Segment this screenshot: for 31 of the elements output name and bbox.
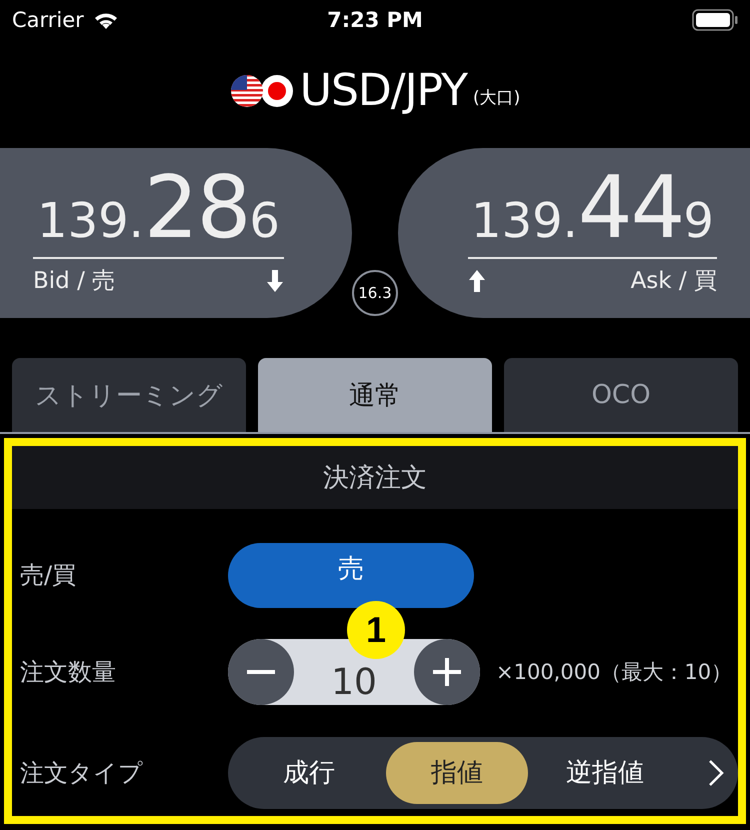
currency-flags-icon xyxy=(230,74,294,108)
order-type-option[interactable]: 成行 xyxy=(236,742,382,804)
price-label: Ask / 買 xyxy=(630,267,717,296)
field-label: 注文数量 xyxy=(20,657,117,688)
battery-icon xyxy=(692,9,738,31)
price-card[interactable]: 139.286 Bid / 売 xyxy=(0,148,352,318)
order-tab[interactable]: ストリーミング xyxy=(12,358,246,432)
down-arrow-icon xyxy=(266,268,284,292)
order-tab[interactable]: OCO xyxy=(504,358,738,432)
up-arrow-icon xyxy=(468,268,486,292)
order-tab[interactable]: 通常 xyxy=(258,358,492,432)
lot-note: (大口) xyxy=(473,87,520,109)
minus-icon xyxy=(247,670,275,674)
price-text: 139.286 xyxy=(33,165,284,259)
field-label: 売/買 xyxy=(20,560,78,592)
price-label: Bid / 売 xyxy=(33,267,116,296)
spread-value: 16.3 xyxy=(352,270,398,316)
chevron-right-icon[interactable] xyxy=(708,758,724,787)
price-text: 139.449 xyxy=(468,165,717,259)
quantity-unit: ×100,000（最大：10） xyxy=(496,659,732,686)
currency-pair-title: USD/JPY xyxy=(300,65,467,116)
section-title: 決済注文 xyxy=(323,462,427,496)
order-type-option[interactable]: 指値 xyxy=(386,742,528,804)
sell-button[interactable]: 売 xyxy=(228,542,474,608)
price-card[interactable]: 139.449 Ask / 買 xyxy=(398,148,750,318)
plus-icon xyxy=(433,658,461,686)
carrier-label: Carrier xyxy=(12,8,84,32)
quantity-value: 10 xyxy=(331,665,377,702)
field-label: 注文タイプ xyxy=(20,758,144,789)
clock-time: 7:23 PM xyxy=(327,8,423,32)
order-type-option[interactable]: 逆指値 xyxy=(532,742,678,804)
